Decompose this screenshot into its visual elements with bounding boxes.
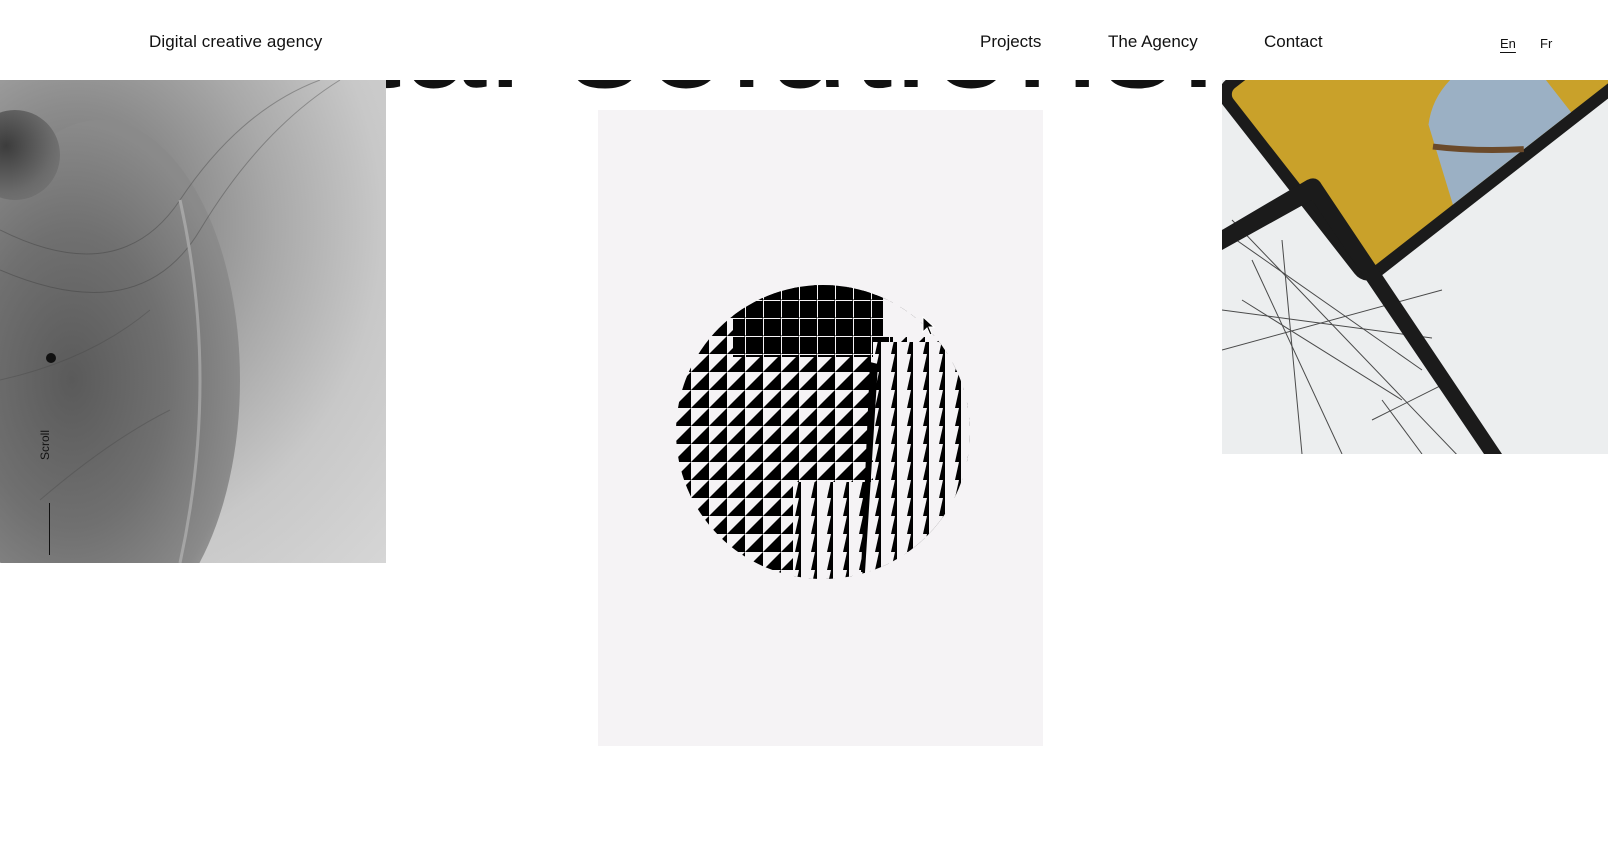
project-card-right[interactable]: [1222, 80, 1608, 454]
scroll-label[interactable]: Scroll: [38, 430, 52, 460]
tablet-photo: [1222, 80, 1608, 454]
lang-en[interactable]: En: [1500, 36, 1516, 51]
hero-image-left: [0, 80, 386, 563]
project-card-center[interactable]: [598, 110, 1043, 746]
scroll-dot-icon: [46, 353, 56, 363]
arrow-cursor-icon: [922, 316, 936, 336]
skin-texture: [0, 80, 341, 563]
nav-contact[interactable]: Contact: [1264, 32, 1323, 52]
brand-name[interactable]: Digital creative agency: [149, 32, 322, 52]
nav-the-agency[interactable]: The Agency: [1108, 32, 1198, 52]
site-header: Digital creative agency Projects The Age…: [0, 0, 1608, 80]
scroll-line: [49, 503, 50, 555]
nav-projects[interactable]: Projects: [980, 32, 1041, 52]
lang-fr[interactable]: Fr: [1540, 36, 1552, 51]
